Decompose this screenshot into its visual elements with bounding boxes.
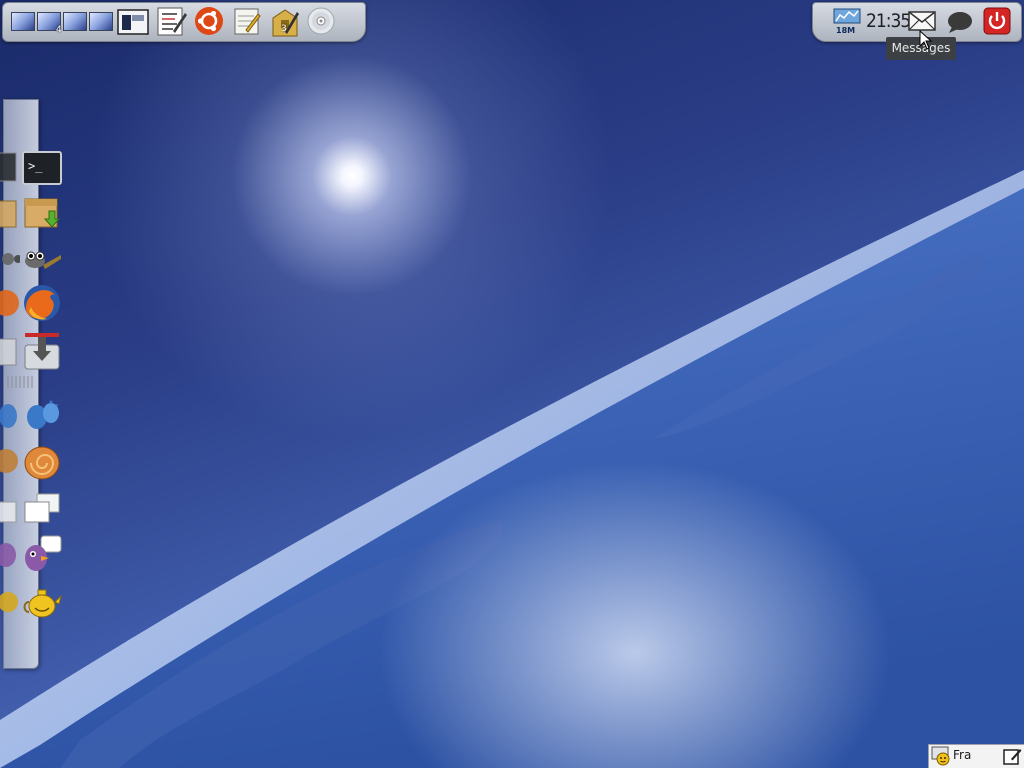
dock-separator xyxy=(7,376,33,388)
firefox-peek-icon xyxy=(0,290,19,316)
package-installer-icon[interactable] xyxy=(21,193,63,233)
keyboard-layout-label[interactable]: Fra xyxy=(953,748,971,762)
teapot-peek-icon xyxy=(0,592,18,612)
nautilus-shell-icon[interactable] xyxy=(21,442,63,482)
workspace-4[interactable] xyxy=(89,12,113,31)
package-peek-icon xyxy=(0,200,17,228)
workspace-1[interactable] xyxy=(11,12,35,31)
memory-label: 18M xyxy=(836,26,856,35)
cd-dvd-icon[interactable] xyxy=(306,6,336,36)
notes-icon[interactable] xyxy=(232,6,262,36)
terminal-glyph: >_ xyxy=(28,159,43,173)
teapot-icon[interactable] xyxy=(21,582,63,622)
windows-peek-icon xyxy=(0,501,17,523)
balloons-icon[interactable] xyxy=(21,397,63,437)
pidgin-icon[interactable] xyxy=(21,534,63,574)
desktop: 4 3 18M 21:35 Messages >_ Fra xyxy=(0,0,1024,768)
messages-envelope-icon[interactable] xyxy=(908,11,936,31)
earth-wallpaper xyxy=(0,0,1024,768)
power-button-icon[interactable] xyxy=(983,7,1011,35)
text-editor-icon[interactable] xyxy=(155,5,187,37)
nautilus-peek-icon xyxy=(0,449,18,473)
transmission-peek-icon xyxy=(0,338,17,366)
pidgin-peek-icon xyxy=(0,543,16,567)
workspace-count-badge: 4 xyxy=(56,25,62,35)
workspace-3[interactable] xyxy=(63,12,87,31)
ubuntu-logo-icon[interactable] xyxy=(194,6,224,36)
gimp-peek-icon xyxy=(2,253,20,265)
windows-icon[interactable] xyxy=(21,490,63,530)
terminal-peek-icon xyxy=(0,152,17,182)
edit-note-icon[interactable] xyxy=(1002,746,1022,766)
mouse-cursor-icon xyxy=(919,30,933,50)
balloons-peek-icon xyxy=(0,404,17,428)
keyboard-smiley-icon[interactable] xyxy=(931,746,951,766)
archive-count-badge: 3 xyxy=(281,24,287,34)
gimp-icon[interactable] xyxy=(21,239,63,279)
show-desktop-icon[interactable] xyxy=(117,8,149,36)
clock[interactable]: 21:35 xyxy=(866,10,911,32)
chat-status-icon[interactable] xyxy=(946,10,974,34)
firefox-icon[interactable] xyxy=(21,283,63,323)
terminal-icon[interactable]: >_ xyxy=(21,148,63,188)
transmission-icon[interactable] xyxy=(21,331,63,371)
